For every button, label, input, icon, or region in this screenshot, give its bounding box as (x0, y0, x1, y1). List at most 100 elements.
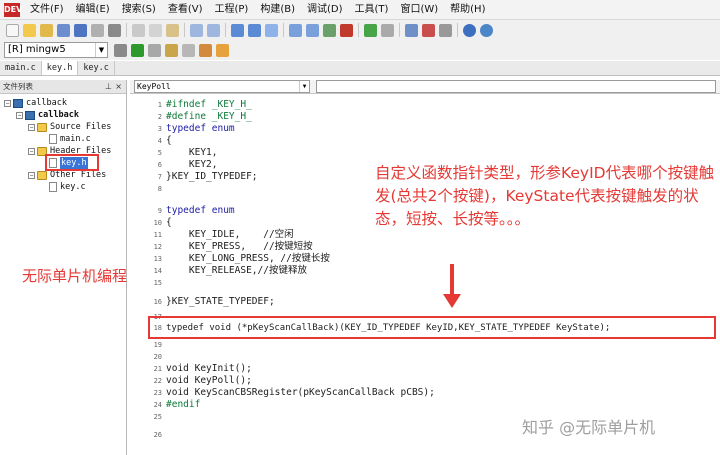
about-icon[interactable] (480, 23, 493, 37)
chevron-down-icon: ▼ (299, 81, 309, 92)
project-icon (25, 110, 35, 120)
line-number: 16 (153, 298, 162, 306)
tree-project[interactable]: − callback (16, 109, 79, 121)
toolbar-divider (184, 23, 185, 37)
menu-view[interactable]: 查看(V) (162, 0, 209, 20)
collapse-icon[interactable]: − (16, 111, 23, 119)
paste-icon[interactable] (166, 23, 179, 37)
arrow-head-icon (443, 294, 461, 308)
menu-build[interactable]: 构建(B) (254, 0, 301, 20)
pin-icon[interactable]: ⊥ (105, 80, 112, 93)
highlight-box (45, 154, 99, 171)
stop-icon[interactable] (148, 43, 161, 57)
code-text: void KeyScanCBSRegister(pKeyScanCallBack… (166, 387, 435, 398)
new-class-icon[interactable] (405, 23, 418, 37)
delete-icon[interactable] (422, 23, 435, 37)
forward-arrow-icon[interactable] (364, 23, 377, 37)
back-arrow-icon[interactable] (381, 23, 394, 37)
code-text: }KEY_STATE_TYPEDEF; (166, 296, 275, 307)
chevron-down-icon: ▼ (95, 43, 107, 57)
toolbar-divider (399, 23, 400, 37)
goto-icon[interactable] (340, 23, 353, 37)
code-editor[interactable]: 1 #ifndef _KEY_H_ 2 #define _KEY_H_ 3 typed… (130, 95, 720, 455)
help-icon[interactable] (463, 23, 476, 37)
compile-icon[interactable] (114, 43, 127, 57)
toggle-comment-icon[interactable] (323, 23, 336, 37)
watermark: 知乎 @无际单片机 (522, 418, 656, 437)
close-file-icon[interactable] (108, 23, 121, 37)
replace-icon[interactable] (265, 23, 278, 37)
toolbar-divider (358, 23, 359, 37)
code-text: KEY_RELEASE,//按键释放 (166, 265, 307, 276)
highlight-line-box (148, 316, 716, 339)
menu-debug[interactable]: 调试(D) (301, 0, 349, 20)
project-panel-title: 文件列表 (3, 82, 33, 91)
debug-icon[interactable] (199, 43, 212, 57)
code-text: #ifndef _KEY_H_ (166, 99, 252, 110)
unindent-icon[interactable] (306, 23, 319, 37)
menu-search[interactable]: 搜索(S) (116, 0, 162, 20)
compiler-select[interactable]: [R] mingw5 ▼ (4, 42, 108, 58)
tab-key-h[interactable]: key.h (41, 61, 79, 75)
line-number: 12 (153, 243, 162, 251)
app-logo-icon: DEV (4, 2, 22, 17)
line-number: 8 (157, 185, 162, 193)
down-arrow-icon (450, 264, 454, 296)
folder-icon (37, 122, 47, 132)
tree-root[interactable]: − callback (4, 97, 67, 109)
undo-icon[interactable] (190, 23, 203, 37)
find-next-icon[interactable] (248, 23, 261, 37)
open-project-icon[interactable] (40, 23, 53, 37)
code-text: { (166, 135, 172, 146)
menu-bar: DEV 文件(F) 编辑(E) 搜索(S) 查看(V) 工程(P) 构建(B) … (0, 0, 720, 20)
line-number: 3 (157, 125, 162, 133)
compile-run-icon[interactable] (165, 43, 178, 57)
tree-source-folder-label: Source Files (50, 122, 112, 132)
collapse-icon[interactable]: − (28, 147, 35, 155)
find-icon[interactable] (231, 23, 244, 37)
close-icon[interactable]: × (115, 80, 122, 93)
redo-icon[interactable] (207, 23, 220, 37)
toolbar-divider (225, 23, 226, 37)
menu-help[interactable]: 帮助(H) (444, 0, 491, 20)
collapse-icon[interactable]: − (28, 171, 35, 179)
line-number: 10 (153, 219, 162, 227)
profile-icon[interactable] (216, 43, 229, 57)
code-text: typedef enum (166, 123, 235, 134)
cut-icon[interactable] (132, 23, 145, 37)
print-icon[interactable] (91, 23, 104, 37)
menu-tools[interactable]: 工具(T) (349, 0, 395, 20)
build-toolbar: [R] mingw5 ▼ (0, 40, 720, 60)
save-all-icon[interactable] (74, 23, 87, 37)
line-number: 14 (153, 267, 162, 275)
menu-edit[interactable]: 编辑(E) (70, 0, 116, 20)
indent-icon[interactable] (289, 23, 302, 37)
code-text: KEY_LONG_PRESS, //按键长按 (166, 253, 330, 264)
editor-header: KeyPoll ▼ (130, 80, 720, 94)
collapse-icon[interactable]: − (28, 123, 35, 131)
collapse-icon[interactable]: − (4, 99, 11, 107)
code-text: typedef enum (166, 205, 235, 216)
code-text: #define _KEY_H_ (166, 111, 252, 122)
rebuild-icon[interactable] (182, 43, 195, 57)
copy-icon[interactable] (149, 23, 162, 37)
tab-main-c[interactable]: main.c (0, 61, 42, 75)
member-select[interactable] (316, 80, 716, 93)
code-text: KEY2, (166, 159, 218, 170)
new-file-icon[interactable] (6, 23, 19, 37)
tree-source-folder[interactable]: − Source Files (28, 121, 111, 133)
menu-window[interactable]: 窗口(W) (394, 0, 444, 20)
save-icon[interactable] (57, 23, 70, 37)
open-folder-icon[interactable] (23, 23, 36, 37)
tree-other-file[interactable]: key.c (49, 181, 86, 193)
menu-project[interactable]: 工程(P) (209, 0, 255, 20)
line-number: 24 (153, 401, 162, 409)
run-icon[interactable] (131, 43, 144, 57)
tree-source-file[interactable]: main.c (49, 133, 91, 145)
options-icon[interactable] (439, 23, 452, 37)
toolbar-divider (283, 23, 284, 37)
function-select[interactable]: KeyPoll ▼ (134, 80, 310, 93)
line-number: 7 (157, 173, 162, 181)
tab-key-c[interactable]: key.c (78, 61, 115, 75)
menu-file[interactable]: 文件(F) (24, 0, 70, 20)
